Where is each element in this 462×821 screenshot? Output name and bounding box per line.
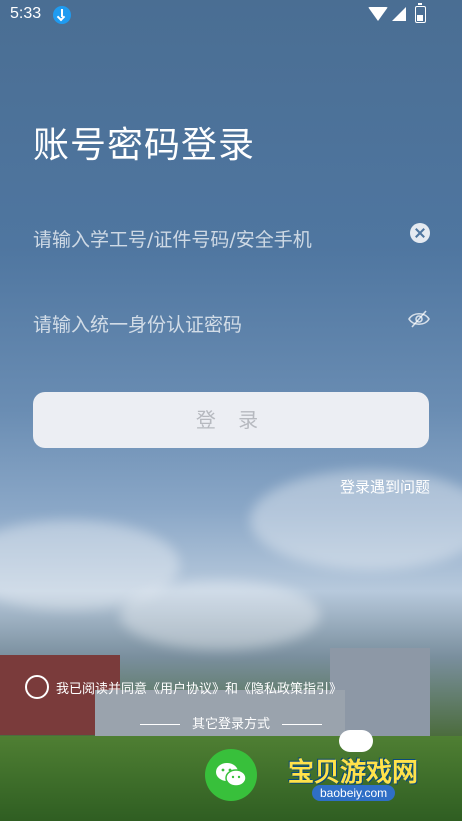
username-placeholder: 请输入学工号/证件号码/安全手机 — [33, 229, 312, 251]
status-bar: 5:33 — [0, 0, 462, 30]
clear-icon[interactable] — [410, 223, 430, 243]
login-screen: 5:33 账号密码登录 请输入学工号/证件号码/安全手机 请输入统一身份认证密码… — [0, 0, 462, 821]
wifi-icon — [368, 7, 388, 21]
login-button[interactable]: 登 录 — [33, 392, 429, 448]
battery-icon — [415, 3, 426, 23]
agreement-checkbox[interactable] — [25, 675, 49, 699]
signal-icon — [392, 7, 406, 21]
watermark-title: 宝贝游戏网 — [288, 758, 419, 788]
page-title: 账号密码登录 — [33, 125, 256, 166]
other-login-divider: 其它登录方式 — [0, 713, 462, 732]
password-placeholder: 请输入统一身份认证密码 — [33, 314, 243, 336]
status-time: 5:33 — [10, 5, 42, 22]
other-login-label: 其它登录方式 — [191, 717, 270, 732]
username-field[interactable]: 请输入学工号/证件号码/安全手机 — [33, 215, 430, 255]
agreement-text[interactable]: 我已阅读并同意《用户协议》和《隐私政策指引》 — [56, 678, 342, 697]
wechat-icon — [216, 763, 247, 787]
password-field[interactable]: 请输入统一身份认证密码 — [33, 300, 430, 340]
watermark-url: baobeiy.com — [312, 785, 396, 801]
gamepad-icon — [339, 730, 373, 752]
download-icon — [53, 6, 71, 24]
divider-line — [282, 724, 322, 725]
wechat-login-button[interactable] — [205, 749, 257, 801]
login-help-link[interactable]: 登录遇到问题 — [340, 476, 430, 497]
divider-line — [139, 724, 180, 725]
background-cloud — [120, 580, 320, 650]
eye-off-icon[interactable] — [408, 308, 430, 330]
